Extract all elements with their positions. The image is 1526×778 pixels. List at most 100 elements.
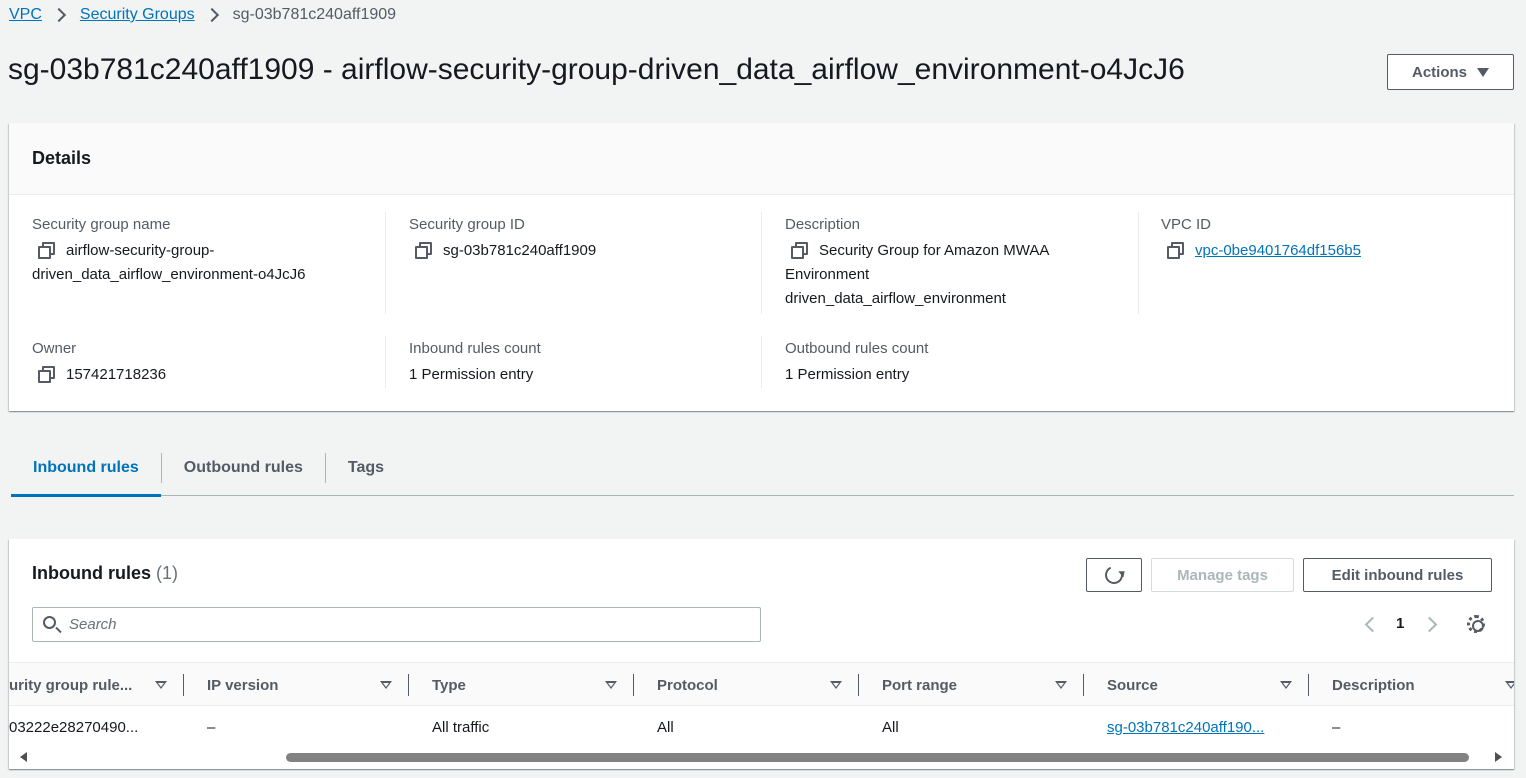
search-box [32,607,761,642]
column-divider [1138,212,1139,314]
field-label: Security group ID [409,216,525,233]
scrollbar-thumb[interactable] [286,753,1469,762]
breadcrumb: VPC Security Groups sg-03b781c240aff1909 [9,5,396,25]
sort-caret-icon[interactable] [380,681,392,689]
column-resizer[interactable] [633,674,634,696]
tab-tags[interactable]: Tags [326,440,406,496]
table-row: 03222e28270490... – All traffic All All … [9,706,1514,748]
refresh-icon [1102,563,1126,587]
breadcrumb-security-groups-link[interactable]: Security Groups [80,6,195,24]
tab-outbound-rules[interactable]: Outbound rules [162,440,325,496]
inbound-rules-panel: Inbound rules (1) Manage tags Edit inbou… [9,539,1514,769]
caret-down-icon [1477,67,1489,77]
owner-field: Owner 157421718236 [32,337,372,387]
sort-caret-icon[interactable] [1055,681,1067,689]
cell-rule-id: 03222e28270490... [9,718,139,736]
column-header-rule-id[interactable]: urity group rule... [9,663,132,707]
column-header-type[interactable]: Type [432,663,466,707]
source-security-group-link[interactable]: sg-03b781c240aff190... [1107,719,1264,736]
column-resizer[interactable] [1308,674,1309,696]
security-group-id-value: sg-03b781c240aff1909 [443,242,597,259]
field-label: Security group name [32,216,171,233]
column-divider [761,212,762,314]
sort-caret-icon[interactable] [1505,681,1514,689]
column-resizer[interactable] [183,674,184,696]
owner-value: 157421718236 [66,366,167,383]
inbound-rules-count: (1) [156,563,179,583]
actions-button[interactable]: Actions [1387,54,1514,90]
chevron-right-icon[interactable] [1421,616,1438,633]
field-label: VPC ID [1161,216,1212,233]
field-label: Outbound rules count [785,340,929,357]
column-header-ip-version[interactable]: IP version [207,663,278,707]
cell-description: – [1332,718,1341,736]
cell-type: All traffic [432,718,490,736]
column-resizer[interactable] [858,674,859,696]
cell-protocol: All [657,718,674,736]
copy-icon[interactable] [791,242,808,259]
scroll-left-arrow-icon[interactable] [20,752,27,762]
security-group-name-line2: driven_data_airflow_environment-o4JcJ6 [32,266,306,283]
description-line3: driven_data_airflow_environment [785,290,1006,307]
refresh-button[interactable] [1086,558,1142,592]
details-header: Details [9,123,1514,195]
outbound-rules-count-field: Outbound rules count 1 Permission entry [785,337,1125,387]
sort-caret-icon[interactable] [605,681,617,689]
search-icon [43,616,56,629]
column-resizer[interactable] [1083,674,1084,696]
sort-caret-icon[interactable] [830,681,842,689]
search-input[interactable] [67,608,760,641]
breadcrumb-vpc-link[interactable]: VPC [9,6,42,24]
vpc-id-field: VPC ID vpc-0be9401764df156b5 [1161,213,1501,263]
actions-button-label: Actions [1411,63,1467,81]
cell-source: sg-03b781c240aff190... [1107,706,1264,748]
field-label: Owner [32,340,77,357]
sort-caret-icon[interactable] [1280,681,1292,689]
security-group-name-line1: airflow-security-group- [66,242,215,259]
column-header-port-range[interactable]: Port range [882,663,957,707]
column-resizer[interactable] [408,674,409,696]
table-header-row: urity group rule... IP version Type Prot… [9,662,1514,706]
page-title: sg-03b781c240aff1909 - airflow-security-… [8,53,1185,86]
details-panel: Details Security group name airflow-secu… [9,123,1514,411]
horizontal-scrollbar[interactable] [9,749,1514,765]
inbound-rules-count-value: 1 Permission entry [409,366,534,383]
details-title: Details [32,148,92,168]
inbound-rules-heading: Inbound rules (1) [32,563,178,584]
manage-tags-button[interactable]: Manage tags [1151,558,1294,592]
tab-bar: Inbound rules Outbound rules Tags [11,440,1514,497]
inbound-rules-count-field: Inbound rules count 1 Permission entry [409,337,749,387]
outbound-rules-count-value: 1 Permission entry [785,366,910,383]
inbound-rules-title: Inbound rules [32,563,151,583]
chevron-right-icon [204,7,219,23]
current-page-number[interactable]: 1 [1396,615,1404,632]
column-divider [385,336,386,388]
chevron-left-icon[interactable] [1364,616,1381,633]
copy-icon[interactable] [38,242,55,259]
field-label: Description [785,216,861,233]
security-group-name-field: Security group name airflow-security-gro… [32,213,372,287]
vpc-id-link[interactable]: vpc-0be9401764df156b5 [1195,242,1361,259]
cell-port-range: All [882,718,899,736]
edit-inbound-rules-button[interactable]: Edit inbound rules [1303,558,1492,592]
column-header-description[interactable]: Description [1332,663,1415,707]
cell-ip-version: – [207,718,216,736]
settings-gear-icon[interactable] [1467,615,1485,633]
chevron-right-icon [51,7,66,23]
copy-icon[interactable] [1167,242,1184,259]
column-divider [761,336,762,388]
description-line2: Environment [785,266,870,283]
sort-caret-icon[interactable] [155,681,167,689]
column-divider [385,212,386,314]
security-group-id-field: Security group ID sg-03b781c240aff1909 [409,213,749,263]
description-line1: Security Group for Amazon MWAA [819,242,1050,259]
tab-inbound-rules[interactable]: Inbound rules [11,440,161,497]
column-header-source[interactable]: Source [1107,663,1158,707]
copy-icon[interactable] [38,366,55,383]
field-label: Inbound rules count [409,340,541,357]
column-header-protocol[interactable]: Protocol [657,663,718,707]
scroll-right-arrow-icon[interactable] [1495,752,1502,762]
breadcrumb-current: sg-03b781c240aff1909 [232,6,397,23]
copy-icon[interactable] [415,242,432,259]
description-field: Description Security Group for Amazon MW… [785,213,1125,311]
